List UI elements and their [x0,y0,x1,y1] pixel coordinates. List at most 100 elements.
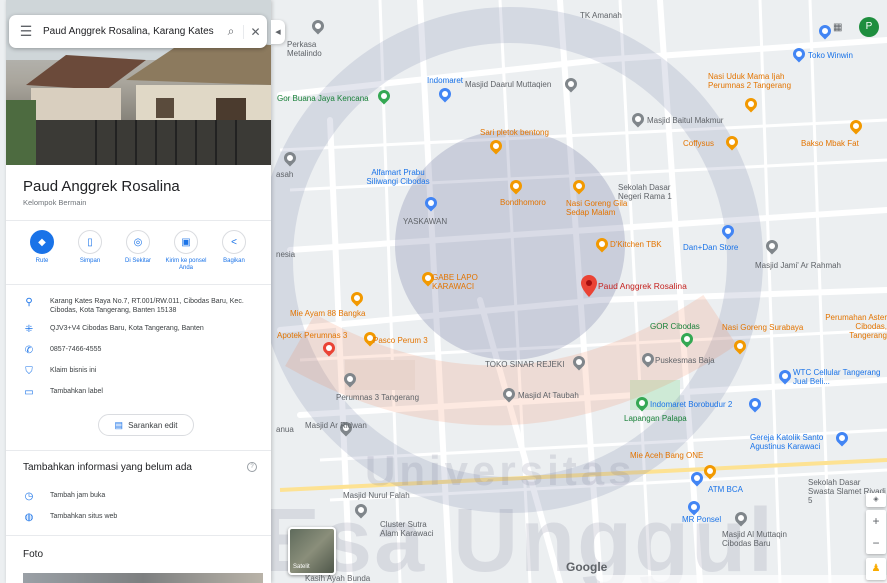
search-input[interactable] [43,26,219,37]
map-label[interactable]: Perkasa Metalindo [287,40,337,58]
address-row[interactable]: ⚲ Karang Kates Raya No.7, RT.001/RW.011,… [22,297,270,315]
map-label[interactable]: TOKO SINAR REJEKI [485,360,564,369]
map-label[interactable]: Kasih Ayah Bunda [305,574,370,583]
maps-page: Universitas Esa Unggul TK Amanah Perkasa… [0,0,887,583]
photo-thumbnail[interactable] [23,573,263,583]
place-category[interactable]: Kelompok Bermain [23,198,86,207]
selected-place-pin[interactable] [581,275,597,297]
hamburger-menu-icon[interactable]: ☰ [9,23,43,40]
directions-icon: ◆ [30,230,54,254]
search-icon[interactable]: ⌕ [219,24,243,39]
add-website-row[interactable]: ◍ Tambahkan situs web [22,512,270,523]
map-label[interactable]: Perumnas 3 Tangerang [336,393,419,402]
map-label[interactable]: Nasi Uduk Mama Ijah Perumnas 2 Tangerang [708,72,808,90]
map-label[interactable]: Bakso Mbak Fat [801,139,859,148]
compass-icon[interactable]: ◈ [866,493,886,507]
map-label[interactable]: YASKAWAN [403,217,447,226]
map-label[interactable]: Bondhomoro [500,198,546,207]
map-label[interactable]: Masjid Nurul Falah [343,491,410,500]
bookmark-icon: ▯ [78,230,102,254]
edit-icon: ▤ [114,419,124,430]
user-avatar[interactable]: P [859,17,879,37]
map-label[interactable]: Coffysus [683,139,714,148]
map-label[interactable]: Apotek Perumnas 3 [277,331,347,340]
help-icon[interactable]: ? [247,462,257,472]
add-hours-text: Tambah jam buka [50,492,106,499]
map-label[interactable]: ATM BCA [708,485,743,494]
map-label[interactable]: Pasco Perum 3 [373,336,428,345]
apps-grid-icon[interactable]: ▦ [833,22,842,33]
plus-code-icon: ⁜ [24,324,34,335]
map-label[interactable]: Cluster Sutra Alam Karawaci [380,520,440,538]
add-label-row[interactable]: ▭ Tambahkan label [22,387,270,398]
map-label[interactable]: GOR Cibodas [650,322,700,331]
zoom-control: + − [866,510,886,554]
send-to-phone-icon: ▣ [174,230,198,254]
map-label[interactable]: MR Ponsel [682,515,721,524]
satellite-toggle[interactable]: Satelit [288,527,336,575]
map-label[interactable]: Toko Winwin [808,51,853,60]
map-label[interactable]: Dan+Dan Store [683,243,738,252]
pegman-icon[interactable]: ♟ [866,558,886,580]
claim-text: Klaim bisnis ini [50,367,97,374]
map-label[interactable]: Indomaret [427,76,463,85]
missing-info-heading: Tambahkan informasi yang belum ada [23,462,192,473]
map-label[interactable]: GABE LAPO KARAWACI [432,273,492,291]
phone-row[interactable]: ✆ 0857-7466-4555 [22,345,270,356]
map-label[interactable]: Gereja Katolik Santo Agustinus Karawaci [750,433,835,451]
nearby-button[interactable]: ◎ Di Sekitar [114,230,162,272]
clock-icon: ◷ [24,491,34,502]
collapse-panel-button[interactable]: ◀ [271,20,285,44]
add-label-text: Tambahkan label [50,388,103,395]
add-hours-row[interactable]: ◷ Tambah jam buka [22,491,270,502]
map-label[interactable]: TK Amanah [580,11,622,20]
save-button[interactable]: ▯ Simpan [66,230,114,272]
map-label[interactable]: Nasi Goreng Surabaya [722,323,803,332]
plus-code-row[interactable]: ⁜ QJV3+V4 Cibodas Baru, Kota Tangerang, … [22,324,270,335]
nearby-icon: ◎ [126,230,150,254]
verified-shield-icon: ⛉ [25,366,33,377]
map-label[interactable]: WTC Cellular Tangerang Jual Beli... [793,368,885,386]
map-label[interactable]: Sari pletok bentong [480,128,549,137]
map-label[interactable]: Mie Ayam 88 Bangka [290,309,365,318]
close-icon[interactable]: ✕ [243,24,267,39]
send-to-phone-button[interactable]: ▣ Kirim ke ponsel Anda [162,230,210,272]
map-label[interactable]: Lapangan Palapa [624,414,687,423]
location-pin-icon: ⚲ [25,297,33,308]
map-label[interactable]: Perumahan Aster Cibodas, Tangerang [820,313,887,340]
map-label[interactable]: Masjid Jami' Ar Rahmah [755,261,841,270]
divider [6,535,271,536]
map-label[interactable]: Alfamart Prabu Siliwangi Cibodas [358,168,438,186]
map-label[interactable]: Mie Aceh Bang ONE [630,451,703,460]
place-panel: Paud Anggrek Rosalina Kelompok Bermain ◆… [6,0,271,583]
action-bar: ◆ Rute ▯ Simpan ◎ Di Sekitar ▣ Kirim ke … [18,230,258,272]
map-label[interactable]: Gor Buana Jaya Kencana [277,94,369,103]
share-button[interactable]: < Bagikan [210,230,258,272]
map-label[interactable]: asah [276,170,293,179]
map-label[interactable]: Nasi Goreng Gila Sedap Malam [566,199,636,217]
address-text: Karang Kates Raya No.7, RT.001/RW.011, C… [50,298,244,314]
divider [6,220,271,221]
map-label[interactable]: Masjid Baitul Makmur [647,116,723,125]
suggest-edit-button[interactable]: ▤ Sarankan edit [98,414,194,436]
phone-text: 0857-7466-4555 [50,346,102,353]
map-label[interactable]: Masjid Ar Ridwan [305,421,367,430]
satellite-label: Satelit [293,564,310,570]
map-label[interactable]: D'Kitchen TBK [610,240,662,249]
map-label[interactable]: Masjid Al Muttaqin Cibodas Baru [722,530,802,548]
map-label[interactable]: Masjid At Taubah [518,391,579,400]
plus-code-text: QJV3+V4 Cibodas Baru, Kota Tangerang, Ba… [50,325,204,332]
zoom-in-button[interactable]: + [866,510,886,532]
map-label[interactable]: Paud Anggrek Rosalina [598,282,687,291]
zoom-out-button[interactable]: − [866,532,886,554]
watermark-top: Universitas [365,447,636,494]
map-label[interactable]: nesia [276,250,295,259]
directions-button[interactable]: ◆ Rute [18,230,66,272]
map-label[interactable]: Masjid Daarul Muttaqien [465,80,551,89]
map-label[interactable]: anua [276,425,294,434]
map-label[interactable]: Indomaret Borobudur 2 [650,400,732,409]
label-icon: ▭ [24,387,34,398]
map-footer [600,575,887,583]
map-label[interactable]: Puskesmas Baja [655,356,715,365]
claim-row[interactable]: ⛉ Klaim bisnis ini [22,366,270,377]
